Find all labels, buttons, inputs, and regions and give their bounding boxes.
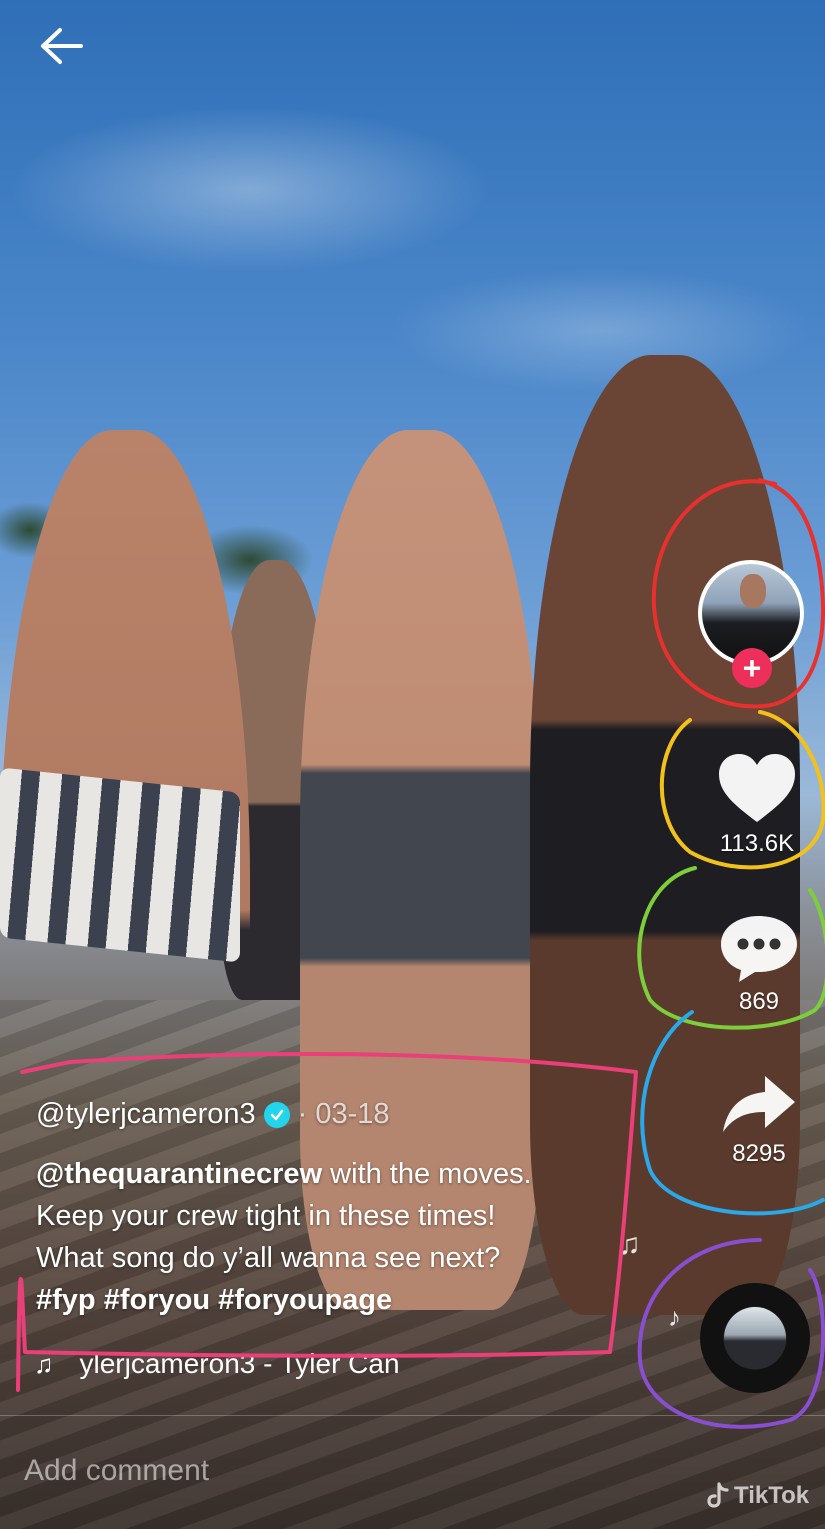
- desc-line-3: What song do y’all wanna see next?: [36, 1242, 501, 1274]
- back-button[interactable]: [36, 24, 86, 68]
- post-date: · 03-18: [297, 1098, 390, 1130]
- music-note-icon-small: ♪: [668, 1302, 681, 1332]
- music-disc-button[interactable]: [700, 1283, 810, 1393]
- hashtag-link[interactable]: #foryou: [104, 1284, 210, 1316]
- follow-button[interactable]: +: [732, 648, 772, 688]
- verified-badge-icon: [263, 1101, 290, 1128]
- heart-icon: [719, 754, 795, 822]
- share-arrow-icon: [723, 1076, 795, 1132]
- comment-button[interactable]: 869: [704, 912, 814, 1016]
- share-count: 8295: [732, 1140, 786, 1167]
- creator-avatar-group[interactable]: +: [698, 560, 804, 688]
- arrow-left-icon: [41, 28, 83, 64]
- mention-link[interactable]: @thequarantinecrew: [36, 1158, 322, 1190]
- tiktok-watermark: TikTok: [706, 1482, 809, 1510]
- music-notes-icon: ♫: [34, 1348, 53, 1379]
- like-button[interactable]: 113.6K: [702, 750, 812, 858]
- desc-line-2: Keep your crew tight in these times!: [36, 1200, 496, 1232]
- author-line: @tylerjcameron3 · 03-18: [36, 1098, 626, 1131]
- comment-bubble-icon: [721, 916, 797, 982]
- music-ticker[interactable]: ♫ ylerjcameron3 - Tyler Can: [34, 1348, 400, 1380]
- like-count: 113.6K: [719, 830, 795, 857]
- hashtag-line: #fyp #foryou #foryoupage: [36, 1279, 626, 1321]
- desc-line-1: with the moves.: [322, 1158, 532, 1190]
- divider: [0, 1415, 825, 1416]
- watermark-text: TikTok: [734, 1482, 810, 1509]
- comment-count: 869: [738, 988, 780, 1015]
- comment-input[interactable]: [24, 1448, 584, 1494]
- description-text: @thequarantinecrew with the moves. Keep …: [36, 1153, 626, 1321]
- username-link[interactable]: @tylerjcameron3: [36, 1098, 256, 1131]
- share-button[interactable]: 8295: [704, 1072, 814, 1168]
- hashtag-link[interactable]: #foryoupage: [218, 1284, 392, 1316]
- disc-cover: [724, 1307, 786, 1369]
- striped-shorts: [0, 767, 240, 963]
- music-title: ylerjcameron3 - Tyler Can: [79, 1348, 400, 1379]
- post-caption: @tylerjcameron3 · 03-18 @thequarantinecr…: [36, 1098, 626, 1321]
- hashtag-link[interactable]: #fyp: [36, 1284, 96, 1316]
- tiktok-logo-icon: [707, 1482, 729, 1508]
